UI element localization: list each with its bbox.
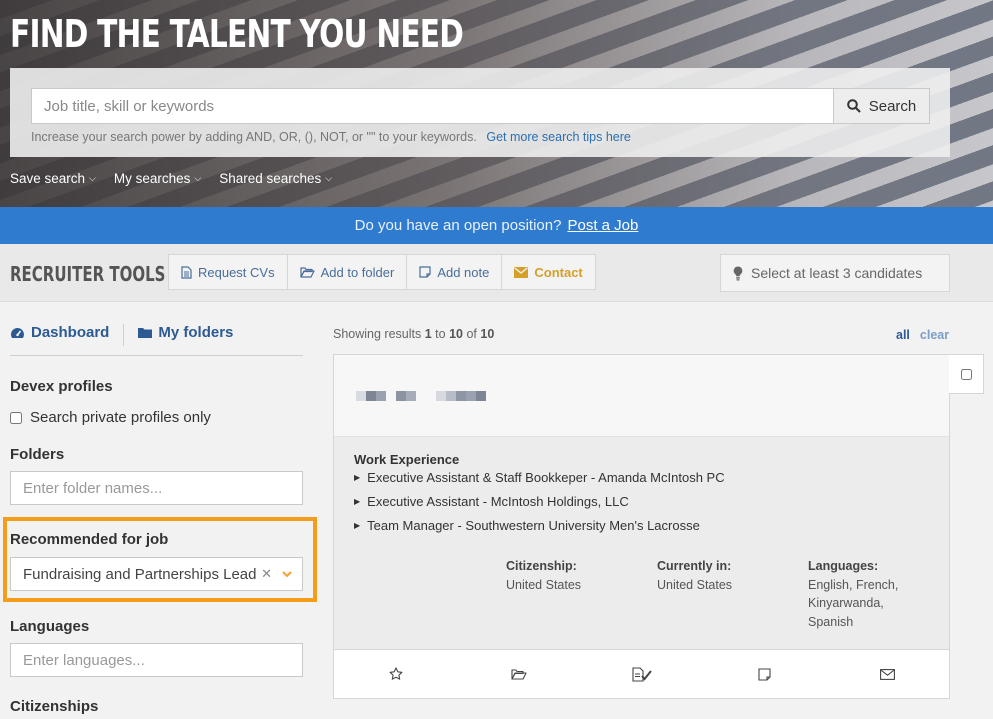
contact-action[interactable] [826, 650, 949, 698]
post-job-question: Do you have an open position? [354, 217, 562, 234]
recommended-for-job-section: Recommended for job Fundraising and Part… [3, 517, 317, 602]
chevron-down-icon: ⌵ [194, 173, 202, 183]
selection-links: all clear [896, 328, 949, 342]
chevron-down-icon: ⌵ [89, 173, 96, 183]
add-note-button[interactable]: Add note [407, 255, 503, 289]
clear-icon[interactable]: ✕ [261, 566, 272, 582]
folder-icon [138, 328, 153, 338]
caret-right-icon: ▶ [354, 521, 361, 530]
recruiter-tools-title: RECRUITER TOOLS [10, 262, 166, 286]
shared-searches-dropdown[interactable]: Shared searches ⌵ [219, 171, 332, 186]
candidate-details: Work Experience ▶ Executive Assistant & S… [334, 437, 949, 649]
recruiter-tools-bar: RECRUITER TOOLS Request CVs Add to folde… [0, 244, 993, 302]
chevron-down-icon: ⌵ [325, 173, 333, 183]
recommended-job-select[interactable]: Fundraising and Partnerships Lead ✕ [10, 557, 303, 591]
save-search-dropdown[interactable]: Save search ⌵ [10, 171, 96, 186]
candidate-header [334, 355, 949, 437]
note-icon [419, 266, 431, 278]
list-item[interactable]: ▶ Executive Assistant & Staff Bookkeper -… [354, 470, 725, 494]
tab-dashboard[interactable]: Dashboard [10, 324, 109, 341]
tab-my-folders[interactable]: My folders [138, 324, 233, 341]
search-tips: Increase your search power by adding AND… [31, 130, 631, 144]
private-profiles-checkbox[interactable] [10, 411, 22, 424]
languages-input[interactable] [10, 643, 303, 677]
search-links: Save search ⌵ My searches ⌵ Shared searche… [10, 171, 332, 186]
candidate-select [949, 354, 984, 394]
candidate-select-checkbox[interactable] [960, 368, 972, 380]
languages-heading: Languages [10, 618, 90, 635]
dashboard-icon [11, 327, 24, 338]
search-tips-link[interactable]: Get more search tips here [486, 130, 631, 144]
post-job-link[interactable]: Post a Job [567, 217, 638, 234]
current-location-info: Currently in: United States [657, 559, 733, 592]
sidebar-tabs: Dashboard My folders [10, 324, 303, 356]
search-tips-text: Increase your search power by adding AND… [31, 130, 477, 144]
private-profiles-option[interactable]: Search private profiles only [10, 409, 211, 426]
search-button[interactable]: Search [833, 88, 930, 124]
envelope-icon [514, 266, 529, 278]
star-icon [389, 667, 402, 680]
tab-divider [123, 324, 125, 346]
add-note-action[interactable] [703, 650, 826, 698]
list-item[interactable]: ▶ Executive Assistant - McIntosh Holdings… [354, 494, 725, 518]
post-job-bar: Do you have an open position? Post a Job [0, 207, 993, 244]
envelope-icon [880, 668, 895, 680]
favorite-button[interactable] [334, 650, 457, 698]
languages-info: Languages: English, French, Kinyarwanda,… [808, 559, 899, 629]
search-button-label: Search [868, 97, 917, 115]
work-experience-list: ▶ Executive Assistant & Staff Bookkeper -… [354, 470, 725, 542]
search-panel: Search Increase your search power by add… [10, 68, 950, 157]
work-experience-heading: Work Experience [354, 452, 460, 467]
my-searches-dropdown[interactable]: My searches ⌵ [114, 171, 201, 186]
folder-open-icon [299, 267, 315, 278]
caret-right-icon: ▶ [354, 497, 361, 506]
contact-button[interactable]: Contact [502, 255, 594, 289]
hero-banner: FIND THE TALENT YOU NEED Search Increase… [0, 0, 993, 207]
candidate-name-redacted [356, 391, 486, 401]
document-icon [181, 265, 192, 279]
lightbulb-icon [733, 266, 743, 280]
candidate-card: Work Experience ▶ Executive Assistant & S… [333, 354, 950, 699]
request-cvs-button[interactable]: Request CVs [169, 255, 288, 289]
results-count: Showing results 1 to 10 of 10 [333, 327, 495, 341]
candidate-actions [334, 649, 949, 698]
add-to-folder-button[interactable]: Add to folder [288, 255, 408, 289]
document-check-icon [631, 666, 652, 682]
request-cv-action[interactable] [580, 650, 703, 698]
folders-input[interactable] [10, 471, 303, 505]
citizenship-info: Citizenship: United States [506, 559, 582, 592]
recruiter-tools-buttons: Request CVs Add to folder Add note Conta… [168, 254, 596, 290]
hero-title: FIND THE TALENT YOU NEED [10, 12, 464, 56]
folders-heading: Folders [10, 446, 65, 463]
caret-right-icon: ▶ [354, 473, 361, 482]
recommended-job-value: Fundraising and Partnerships Lead [23, 565, 257, 583]
devex-profiles-heading: Devex profiles [10, 378, 113, 395]
select-candidates-hint: Select at least 3 candidates [720, 254, 950, 292]
add-to-folder-action[interactable] [457, 650, 580, 698]
folder-open-icon [510, 669, 527, 680]
search-icon [846, 99, 861, 113]
search-input[interactable] [31, 88, 834, 124]
citizenships-heading: Citizenships [10, 698, 99, 715]
select-all-link[interactable]: all [896, 328, 910, 342]
clear-selection-link[interactable]: clear [920, 328, 949, 342]
note-icon [758, 667, 771, 681]
list-item[interactable]: ▶ Team Manager - Southwestern University … [354, 518, 725, 542]
chevron-down-icon[interactable] [282, 570, 292, 578]
recommended-for-job-heading: Recommended for job [10, 531, 169, 548]
